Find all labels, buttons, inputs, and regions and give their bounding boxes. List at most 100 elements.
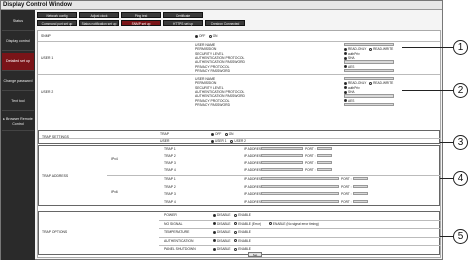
- radio-icon[interactable]: [268, 222, 272, 226]
- radio-icon[interactable]: [213, 247, 216, 251]
- ipv4-port-input[interactable]: [317, 147, 332, 151]
- radio-icon[interactable]: [344, 81, 347, 85]
- trap-option-option[interactable]: ENABLE: [234, 213, 251, 217]
- radio-icon[interactable]: [213, 239, 216, 243]
- ipv4-port-input[interactable]: [317, 168, 332, 172]
- radio-icon[interactable]: [234, 239, 238, 243]
- trap-user-option[interactable]: USER 2: [230, 139, 246, 143]
- tab-adjust-clock[interactable]: Adjust clock: [79, 12, 119, 18]
- tab-snmp-set-up[interactable]: SNMP set up: [121, 20, 161, 26]
- user1-auth-password-input[interactable]: [344, 60, 394, 64]
- snmp-option[interactable]: ON: [208, 34, 217, 38]
- sidebar-item-label: Text tool: [11, 99, 25, 104]
- user1-user-name-input[interactable]: [344, 43, 394, 47]
- user1-permission-option[interactable]: READ-WRITE: [369, 47, 393, 51]
- ipv6-ip-address-input[interactable]: [261, 192, 339, 196]
- trap-option-label: ON: [228, 132, 234, 136]
- tab-https-set-up[interactable]: HTTPS set up: [163, 20, 203, 26]
- trap-address-label: TRAP ADDRESS: [42, 174, 69, 178]
- trap-option-option[interactable]: DISABLE: [213, 213, 230, 217]
- user2-user-name-input[interactable]: [344, 77, 394, 81]
- trap-option-option[interactable]: ENABLE: [234, 239, 251, 243]
- ipv6-ip-address-input[interactable]: [261, 199, 339, 203]
- ipv6-port-input[interactable]: [353, 184, 368, 188]
- trap-option-option[interactable]: DISABLE: [213, 239, 230, 243]
- user2-permission-option[interactable]: READ-WRITE: [369, 81, 393, 85]
- callout-3: 3: [453, 135, 468, 150]
- radio-icon[interactable]: [369, 81, 373, 85]
- radio-icon[interactable]: [344, 90, 347, 94]
- sidebar-item-browser-remote-control[interactable]: ▸ Browser Remote Control: [2, 113, 34, 131]
- snmp-option[interactable]: OFF: [195, 34, 205, 38]
- tab-certificate[interactable]: Certificate: [163, 12, 203, 18]
- radio-icon[interactable]: [213, 222, 216, 226]
- ipv4-ip-address-input[interactable]: [261, 154, 303, 158]
- radio-icon[interactable]: [234, 230, 238, 234]
- radio-icon[interactable]: [211, 132, 214, 136]
- radio-icon[interactable]: [213, 230, 216, 234]
- user1-privacy-password-input[interactable]: [344, 68, 394, 73]
- trap-option-option[interactable]: DISABLE: [213, 230, 230, 234]
- set-button[interactable]: Set: [248, 252, 262, 257]
- radio-icon[interactable]: [211, 139, 214, 143]
- ipv4-port-input[interactable]: [317, 161, 332, 165]
- radio-icon[interactable]: [344, 47, 347, 51]
- radio-icon[interactable]: [234, 213, 238, 217]
- radio-icon[interactable]: [344, 99, 347, 103]
- radio-icon[interactable]: [234, 247, 238, 251]
- trap-user-option[interactable]: USER 1: [211, 139, 227, 143]
- radio-icon[interactable]: [234, 222, 238, 226]
- trap-option[interactable]: OFF: [211, 132, 221, 136]
- radio-icon[interactable]: [344, 65, 347, 69]
- ipv6-port-input[interactable]: [353, 199, 368, 203]
- trap-option-option[interactable]: DISABLE: [213, 222, 230, 226]
- trap-option-option[interactable]: ENABLE: [234, 247, 251, 251]
- radio-icon[interactable]: [195, 34, 198, 38]
- ipv6-ip-address-input[interactable]: [261, 184, 339, 188]
- sidebar-item-label: Status: [12, 19, 24, 24]
- ipv6-port-input[interactable]: [353, 177, 368, 181]
- trap-option-option[interactable]: ENABLE (No signal error timing): [268, 222, 319, 226]
- tab-crestron-connected[interactable]: Crestron Connected: [205, 20, 245, 26]
- radio-icon[interactable]: [208, 34, 212, 38]
- radio-icon[interactable]: [230, 139, 234, 143]
- sidebar-item-change-password[interactable]: Change password: [2, 73, 34, 91]
- radio-icon[interactable]: [213, 213, 216, 217]
- tab-status-notification-set-up[interactable]: Status notification set up: [79, 20, 119, 26]
- trap-option-option-label: DISABLE: [217, 230, 231, 234]
- tab-command-port-set-up[interactable]: Command port set up: [37, 20, 77, 26]
- trap-option-option-label: ENABLE: [238, 247, 251, 251]
- tab-bar: Network config Adjust clock Ping test Certi…: [37, 12, 437, 28]
- radio-icon[interactable]: [224, 132, 228, 136]
- sidebar-item-display-control[interactable]: Display control: [2, 33, 34, 51]
- trap-option-option[interactable]: ENABLE: [234, 230, 251, 234]
- sidebar-item-status[interactable]: Status: [2, 13, 34, 31]
- sidebar-item-text-tool[interactable]: Text tool: [2, 93, 34, 111]
- trap-option-option[interactable]: DISABLE: [213, 247, 230, 251]
- trap-user-option-label: USER 2: [234, 139, 246, 143]
- ipv4-ip-address-input[interactable]: [261, 161, 303, 165]
- ipv4-port-input[interactable]: [317, 154, 332, 158]
- ipv6-port-input[interactable]: [353, 192, 368, 196]
- ipv4-ip-address-input[interactable]: [261, 168, 303, 172]
- trap-option-name: NO SIGNAL: [164, 221, 183, 226]
- radio-icon[interactable]: [344, 52, 347, 56]
- user2-label: USER 2: [41, 90, 54, 94]
- user2-auth-password-input[interactable]: [344, 94, 394, 98]
- separator: [107, 175, 441, 176]
- ipv6-ip-address-input[interactable]: [261, 177, 339, 181]
- radio-icon[interactable]: [369, 47, 373, 51]
- trap-option-name: AUTHENTICATION: [164, 238, 194, 243]
- user2-permission-option-label: READ-WRITE: [373, 81, 394, 86]
- radio-icon[interactable]: [344, 56, 347, 60]
- separator: [159, 236, 441, 238]
- sidebar-item-detailed-set-up[interactable]: Detailed set up: [2, 53, 34, 71]
- ipv4-ip-address-input[interactable]: [261, 147, 303, 151]
- tab-network-config[interactable]: Network config: [37, 12, 77, 18]
- user2-privacy-password-input[interactable]: [344, 102, 394, 107]
- radio-icon[interactable]: [344, 86, 347, 90]
- user1-label: USER 1: [41, 56, 54, 60]
- trap-option-option[interactable]: ENABLE (Error): [234, 222, 261, 226]
- trap-option[interactable]: ON: [224, 132, 234, 136]
- tab-ping-test[interactable]: Ping test: [121, 12, 161, 18]
